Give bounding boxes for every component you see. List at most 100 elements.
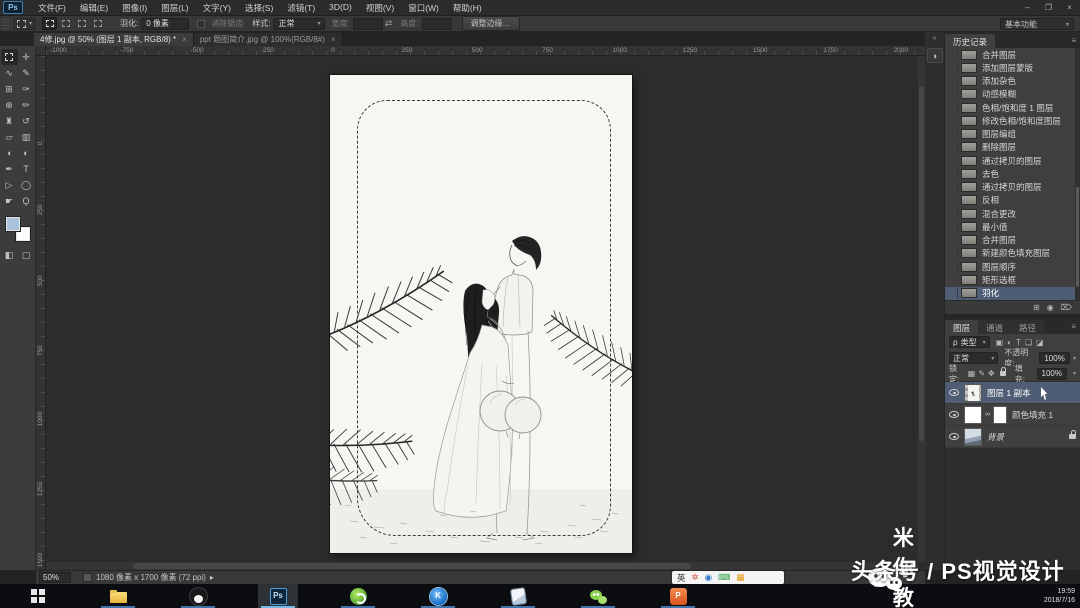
menu-item[interactable]: 选择(S) bbox=[238, 2, 280, 14]
ime-toolbar[interactable]: 英 ✲ ◉ ⌨ ▦ bbox=[672, 571, 784, 584]
menu-item[interactable]: 编辑(E) bbox=[73, 2, 115, 14]
menu-item[interactable]: 视图(V) bbox=[359, 2, 401, 14]
history-brush-tool[interactable]: ↺ bbox=[18, 113, 35, 129]
taskbar-wechat[interactable] bbox=[578, 584, 618, 608]
layer-row-background[interactable]: 背景 bbox=[945, 426, 1080, 448]
history-source-checkbox[interactable] bbox=[948, 288, 958, 298]
visibility-eye-icon[interactable] bbox=[949, 411, 959, 418]
eraser-tool[interactable]: ▱ bbox=[1, 129, 18, 145]
minimize-button[interactable]: – bbox=[1017, 0, 1038, 15]
lasso-tool[interactable]: ∿ bbox=[1, 65, 18, 81]
refine-edge-button[interactable]: 调整边缘… bbox=[461, 16, 520, 31]
history-source-checkbox[interactable] bbox=[948, 103, 958, 113]
new-snapshot-icon[interactable]: ◉ bbox=[1047, 303, 1054, 312]
layer-row-color-fill[interactable]: ∞ 颜色填充 1 bbox=[945, 404, 1080, 426]
lock-paint-icon[interactable]: ✎ bbox=[978, 369, 985, 378]
scrollbar-thumb[interactable] bbox=[1076, 186, 1079, 288]
layer-thumbnail[interactable] bbox=[964, 383, 982, 402]
new-selection-button[interactable] bbox=[42, 17, 58, 30]
clone-stamp-tool[interactable]: ♜ bbox=[1, 113, 18, 129]
lock-move-icon[interactable]: ✥ bbox=[988, 369, 995, 378]
width-input[interactable] bbox=[352, 17, 383, 30]
history-state[interactable]: 羽化 bbox=[945, 286, 1080, 300]
ime-language-toggle[interactable]: 英 bbox=[677, 572, 686, 584]
scrollbar-thumb[interactable] bbox=[133, 563, 692, 569]
history-source-checkbox[interactable] bbox=[948, 182, 958, 192]
history-state[interactable]: 最小值 bbox=[945, 220, 1080, 233]
new-doc-from-state-icon[interactable]: ⊞ bbox=[1033, 303, 1040, 312]
history-state[interactable]: 矩形选框 bbox=[945, 273, 1080, 286]
workspace-switcher[interactable]: 基本功能 ▾ bbox=[1000, 18, 1074, 30]
history-state[interactable]: 添加图层蒙版 bbox=[945, 61, 1080, 74]
visibility-eye-icon[interactable] bbox=[949, 433, 959, 440]
menu-item[interactable]: 3D(D) bbox=[322, 2, 359, 14]
history-state[interactable]: 图层顺序 bbox=[945, 260, 1080, 273]
tab-layers[interactable]: 图层 bbox=[945, 320, 979, 334]
layer-name[interactable]: 图层 1 副本 bbox=[987, 387, 1030, 399]
height-input[interactable] bbox=[421, 17, 452, 30]
menu-item[interactable]: 帮助(H) bbox=[446, 2, 489, 14]
brush-tool[interactable]: ✏ bbox=[18, 97, 35, 113]
history-state[interactable]: 反相 bbox=[945, 194, 1080, 207]
history-state[interactable]: 删除图层 bbox=[945, 141, 1080, 154]
history-source-checkbox[interactable] bbox=[948, 209, 958, 219]
close-button[interactable]: × bbox=[1059, 0, 1080, 15]
history-source-checkbox[interactable] bbox=[948, 142, 958, 152]
history-source-checkbox[interactable] bbox=[948, 89, 958, 99]
dock-collapse-icon[interactable]: « bbox=[933, 35, 937, 42]
delete-state-icon[interactable]: ⌦ bbox=[1061, 303, 1072, 312]
photoshop-logo-icon[interactable]: Ps bbox=[3, 1, 23, 14]
layer-filter-select[interactable]: ρ 类型 ▾ bbox=[949, 336, 990, 348]
filter-adjustment-layers-icon[interactable]: ◐ bbox=[1007, 338, 1012, 347]
history-source-checkbox[interactable] bbox=[948, 222, 958, 232]
hand-tool[interactable]: ☛ bbox=[1, 193, 18, 209]
filter-pixel-layers-icon[interactable]: ▣ bbox=[996, 338, 1004, 347]
path-select-tool[interactable]: ▷ bbox=[1, 177, 18, 193]
tab-paths[interactable]: 路径 bbox=[1011, 320, 1045, 334]
layer-name[interactable]: 背景 bbox=[987, 431, 1004, 443]
history-state[interactable]: 图层编组 bbox=[945, 128, 1080, 141]
history-source-checkbox[interactable] bbox=[948, 169, 958, 179]
move-tool[interactable]: ✛ bbox=[18, 49, 35, 65]
zoom-level-field[interactable]: 50% bbox=[39, 572, 71, 583]
foreground-color-swatch[interactable] bbox=[5, 217, 20, 231]
tool-preset-picker[interactable]: ▾ bbox=[13, 17, 37, 30]
dodge-tool[interactable]: ◐ bbox=[18, 145, 35, 161]
fill-input[interactable]: 100% bbox=[1036, 367, 1067, 380]
history-source-checkbox[interactable] bbox=[948, 195, 958, 205]
vertical-ruler[interactable]: 02505007501000125015001750 bbox=[36, 56, 46, 570]
taskbar-notes[interactable] bbox=[498, 584, 538, 608]
screen-mode-button[interactable]: ▢ bbox=[18, 247, 35, 263]
layer-row-layer1-copy[interactable]: 图层 1 副本 bbox=[945, 382, 1080, 404]
style-select[interactable]: 正常 ▾ bbox=[273, 17, 326, 30]
history-state[interactable]: 色相/饱和度 1 图层 bbox=[945, 101, 1080, 114]
taskbar-qq[interactable] bbox=[178, 584, 218, 608]
taskbar-file-explorer[interactable] bbox=[98, 584, 138, 608]
scrollbar-thumb[interactable] bbox=[919, 86, 924, 441]
menu-item[interactable]: 文字(Y) bbox=[196, 2, 238, 14]
document-tab[interactable]: 4修.jpg @ 50% (图层 1 副本, RGB/8) * × bbox=[34, 33, 194, 46]
status-arrow-icon[interactable]: ▸ bbox=[210, 573, 214, 582]
history-source-checkbox[interactable] bbox=[948, 129, 958, 139]
healing-brush-tool[interactable]: ⊕ bbox=[1, 97, 18, 113]
history-source-checkbox[interactable] bbox=[948, 235, 958, 245]
history-source-checkbox[interactable] bbox=[948, 262, 958, 272]
eyedropper-tool[interactable]: ✑ bbox=[18, 81, 35, 97]
quick-mask-button[interactable]: ◧ bbox=[1, 247, 18, 263]
history-state[interactable]: 添加杂色 bbox=[945, 75, 1080, 88]
menu-item[interactable]: 滤镜(T) bbox=[280, 2, 322, 14]
taskbar-360-browser[interactable] bbox=[338, 584, 378, 608]
layer-name[interactable]: 颜色填充 1 bbox=[1012, 409, 1053, 421]
layer-mask-thumbnail[interactable] bbox=[993, 405, 1007, 424]
filter-shape-layers-icon[interactable]: ❏ bbox=[1025, 338, 1032, 347]
document-tab[interactable]: ppt 题图简介.jpg @ 100%(RGB/8#) × bbox=[193, 33, 343, 46]
blur-tool[interactable]: ◖ bbox=[1, 145, 18, 161]
history-state[interactable]: 通过拷贝的图层 bbox=[945, 154, 1080, 167]
add-to-selection-button[interactable] bbox=[58, 17, 73, 30]
visibility-eye-icon[interactable] bbox=[949, 389, 959, 396]
horizontal-ruler[interactable]: -1000 -750 -500 -250 0 250 500 750 1000 1250 1500 1… bbox=[46, 46, 925, 56]
horizontal-scrollbar[interactable] bbox=[46, 562, 918, 570]
ime-icon-2[interactable]: ◉ bbox=[705, 572, 712, 583]
history-state[interactable]: 动感模糊 bbox=[945, 88, 1080, 101]
history-state[interactable]: 混合更改 bbox=[945, 207, 1080, 220]
